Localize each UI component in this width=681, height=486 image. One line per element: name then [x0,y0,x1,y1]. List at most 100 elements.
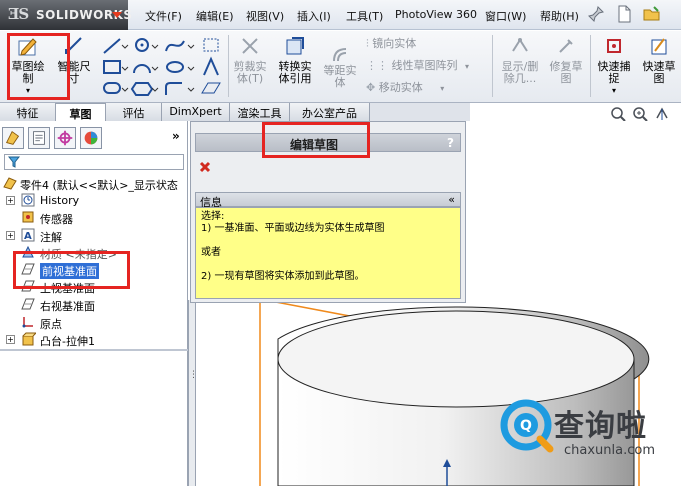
command-manager: 草图绘 制 ▾ 智能尺 寸 剪裁实 体(T) 转换实 体引用 等距实 体 ⫶ 镜… [0,31,681,103]
menu-view[interactable]: 视图(V) [246,8,284,24]
solidworks-logo[interactable]: ƎS SOLIDWORKS [0,0,132,30]
linear-pattern-dropdown-icon[interactable]: ▾ [465,62,469,71]
toolbar-separator [492,35,493,97]
slot-icon [103,82,121,94]
command-manager-tabs: 特征 草图 评估 DimXpert 渲染工具 办公室产品 [0,103,470,121]
expand-toggle-icon[interactable]: + [6,231,15,240]
repair-sketch-button[interactable]: 修复草 图 [546,35,586,97]
tab-render-tools[interactable]: 渲染工具 [230,103,290,121]
highlight-edit-sketch-title [262,122,370,158]
property-manager-icon[interactable] [28,127,50,149]
origin-icon [22,317,33,328]
plane-icon [201,82,221,94]
menu-window[interactable]: 窗口(W) [485,8,526,24]
expand-tabs-icon[interactable]: » [172,129,180,143]
cancel-x-icon[interactable] [199,161,211,173]
mirror-icon: ⫶ [366,37,369,50]
quick-snaps-button[interactable]: 快速捕 捉 ▾ [592,35,636,97]
convert-label-line2: 体引用 [278,72,312,85]
info-message-box: 选择: 1) 一基准面、平面或边线为实体生成草图 或者 2) 一现有草图将实体添… [195,207,461,299]
trim-entities-button[interactable]: 剪裁实 体(T) [231,35,269,97]
tab-office-products[interactable]: 办公室产品 [290,103,370,121]
tree-item-boss-extrude[interactable]: + 凸台-拉伸1 [0,331,188,348]
quick-snap-dropdown-icon[interactable]: ▾ [592,85,636,97]
rapid-sketch-button[interactable]: 快速草 图 [638,35,680,97]
ds-logo-mark: ƎS [8,5,29,23]
previous-view-icon[interactable] [654,106,670,122]
tree-item-label: 凸台-拉伸1 [40,335,95,348]
svg-text:A: A [24,231,32,242]
move-dropdown-icon[interactable]: ▾ [440,84,444,93]
tab-evaluate[interactable]: 评估 [106,103,162,121]
trim-label-line2: 体(T) [236,72,264,85]
tab-features[interactable]: 特征 [0,103,56,121]
tree-filter-input[interactable] [4,154,184,170]
offset-entities-button[interactable]: 等距实 体 [320,45,360,97]
display-delete-relations-button[interactable]: 显示/删 除几... [496,35,544,97]
rapid-sketch-icon [651,38,667,55]
title-bar: ƎS SOLIDWORKS 文件(F) 编辑(E) 视图(V) 插入(I) 工具… [0,0,681,30]
tree-item-label: 注解 [40,231,62,244]
offset-label-line2: 体 [334,76,346,89]
tree-item-origin[interactable]: 原点 [0,314,188,331]
linear-pattern-button[interactable]: ⋮⋮ 线性草图阵列 ▾ [366,57,469,73]
toolbar-separator [228,35,229,97]
highlight-sketch-button [7,33,70,100]
new-document-icon[interactable] [614,4,634,24]
feature-tree-icon[interactable] [2,127,24,149]
tree-item-history[interactable]: + History [0,192,188,209]
move-label: 移动实体 [378,81,423,94]
menu-photoview[interactable]: PhotoView 360 [395,8,477,21]
help-icon[interactable]: ? [447,136,454,150]
tree-item-label: 原点 [40,318,62,331]
feature-manager-panel: » 零件4 (默认<<默认>_显示状态 + History 传感器 + A 注解… [0,121,188,486]
convert-entities-icon [286,37,304,55]
feature-manager-tabs: » [0,127,188,149]
svg-text:Q: Q [520,418,532,434]
info-line [201,235,455,247]
text-icon [203,56,219,76]
zoom-to-fit-icon[interactable] [610,106,626,122]
display-delete-label-line2: 除几... [503,72,537,85]
watermark-logo-icon: Q [500,399,554,453]
info-line: 或者 [201,247,221,258]
quick-snap-label-line2: 捉 [608,72,620,85]
display-manager-icon[interactable] [80,127,102,149]
tree-item-annotations[interactable]: + A 注解 [0,227,188,244]
offset-icon [333,48,347,62]
zoom-area-icon[interactable] [632,106,648,122]
tree-item-right-plane[interactable]: 右视基准面 [0,296,188,313]
menu-help[interactable]: 帮助(H) [540,8,579,24]
pushpin-icon[interactable] [586,4,606,24]
info-line: 2) 一现有草图将实体添加到此草图。 [201,271,365,282]
watermark-brand: 查询啦 [554,409,647,444]
plane-icon [21,298,35,310]
convert-entities-button[interactable]: 转换实 体引用 [272,35,318,97]
sketch-entities-grid [103,38,221,96]
fillet-icon [165,82,182,95]
configuration-manager-icon[interactable] [54,127,76,149]
move-entities-button[interactable]: ✥ 移动实体 ▾ [366,79,444,95]
history-icon [21,193,35,207]
tab-sketch[interactable]: 草图 [56,103,106,121]
line-icon [103,38,121,54]
collapse-chevron-icon[interactable]: « [448,193,455,206]
panel-splitter[interactable]: ⋮ [188,300,198,486]
logo-dropdown-arrow-icon[interactable] [112,12,122,18]
open-folder-icon[interactable] [642,4,662,24]
menu-insert[interactable]: 插入(I) [297,8,331,24]
tab-dimxpert[interactable]: DimXpert [162,103,230,121]
quick-snap-icon [607,39,621,53]
mirror-entities-button[interactable]: ⫶ 镜向实体 [366,35,416,51]
sensor-icon [22,211,34,223]
tree-item-sensors[interactable]: 传感器 [0,209,188,226]
expand-toggle-icon[interactable]: + [6,335,15,344]
menu-file[interactable]: 文件(F) [145,8,182,24]
info-group-header[interactable]: 信息 « [195,192,461,209]
menu-tools[interactable]: 工具(T) [346,8,383,24]
menu-edit[interactable]: 编辑(E) [196,8,234,24]
tree-item-label: 传感器 [40,213,73,226]
tree-divider[interactable] [0,349,188,351]
expand-toggle-icon[interactable]: + [6,196,15,205]
tree-root-part[interactable]: 零件4 (默认<<默认>_显示状态 [0,175,188,192]
